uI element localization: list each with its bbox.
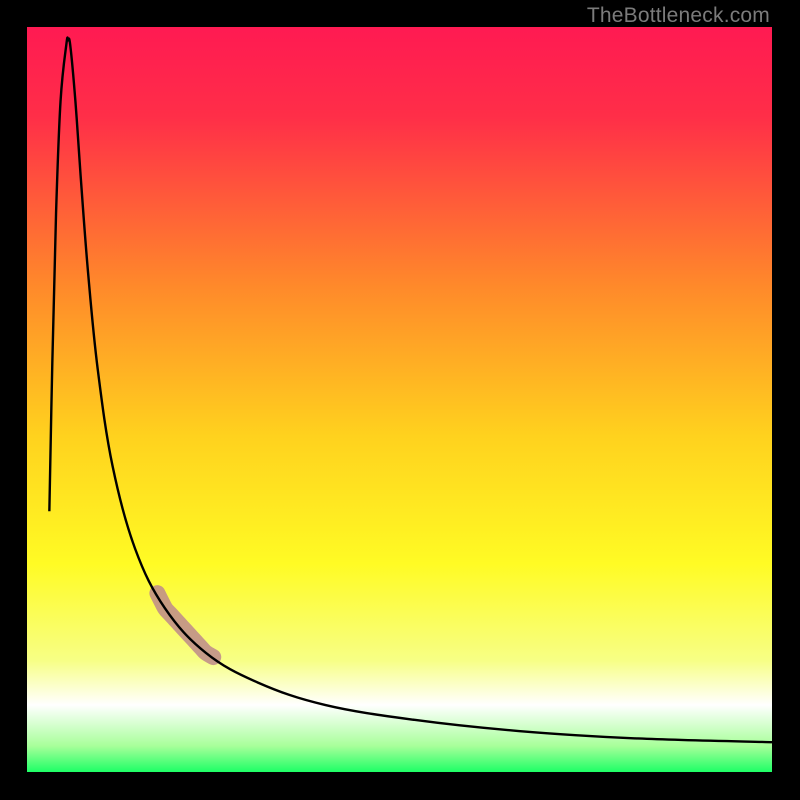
curve-highlight [157, 593, 213, 657]
bottleneck-curve [49, 38, 772, 743]
plot-area [27, 27, 772, 772]
attribution-label: TheBottleneck.com [587, 4, 770, 28]
bottleneck-chart: TheBottleneck.com [0, 0, 800, 800]
curve-layer [27, 27, 772, 772]
